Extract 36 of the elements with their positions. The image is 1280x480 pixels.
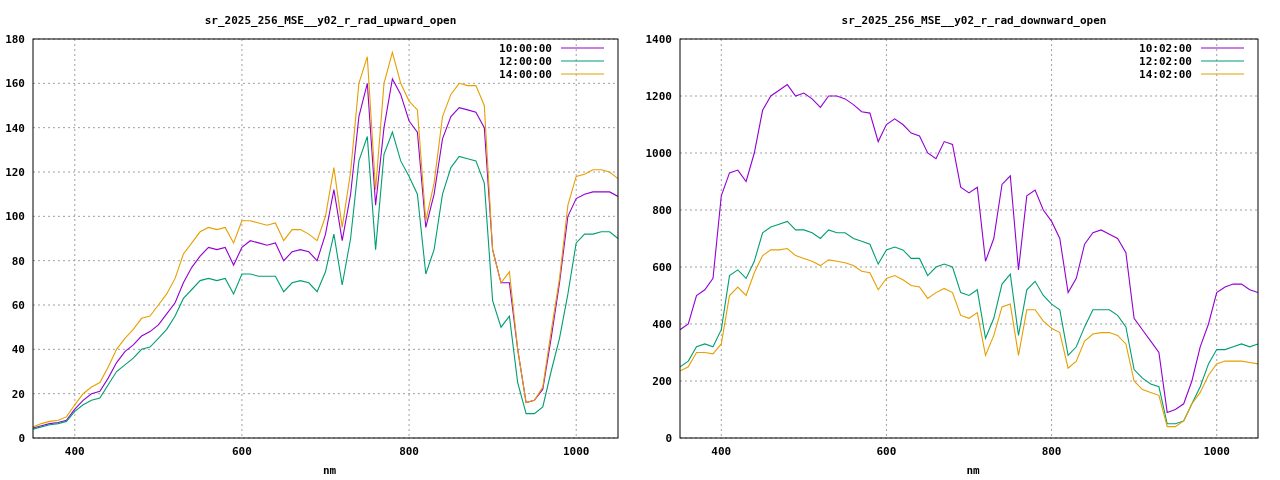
tick-label: 80	[11, 254, 25, 268]
tick-label: 200	[652, 375, 672, 388]
tick-label: 1200	[645, 90, 672, 103]
tick-label: 20	[11, 387, 25, 401]
tick-label: 40	[11, 343, 25, 357]
tick-label: 160	[5, 77, 25, 91]
tick-label: 600	[652, 261, 672, 274]
tick-label: 100	[5, 210, 25, 224]
tick-label: 600	[232, 445, 252, 458]
legend-label: 12:02:00	[1139, 55, 1192, 68]
axis-label: nm	[966, 464, 980, 477]
legend-label: 14:00:00	[499, 68, 552, 81]
tick-label: 1000	[562, 445, 590, 458]
tick-label: 140	[5, 121, 25, 135]
legend-label: 12:00:00	[499, 55, 552, 68]
tick-label: 600	[876, 445, 897, 458]
tick-label: 800	[652, 204, 672, 217]
legend-label: 10:00:00	[499, 42, 552, 55]
tick-label: 1000	[645, 147, 672, 160]
tick-label: 800	[1041, 445, 1062, 458]
tick-label: 400	[652, 318, 672, 331]
axis-label: nm	[322, 464, 337, 477]
tick-label: 0	[18, 432, 25, 445]
chart-title: sr_2025_256_MSE__y02_r_rad_upward_open	[204, 14, 457, 27]
tick-label: 800	[399, 445, 419, 458]
tick-label: 400	[711, 445, 732, 458]
tick-label: 0	[665, 432, 672, 445]
tick-label: 1000	[1203, 445, 1230, 458]
legend-label: 14:02:00	[1139, 68, 1192, 81]
legend-label: 10:02:00	[1139, 42, 1192, 55]
chart-title: sr_2025_256_MSE__y02_r_rad_downward_open	[841, 14, 1107, 27]
tick-label: 60	[11, 299, 25, 312]
tick-label: 1400	[645, 33, 672, 46]
tick-label: 120	[5, 166, 25, 179]
tick-label: 180	[5, 33, 25, 46]
tick-label: 400	[64, 445, 85, 458]
